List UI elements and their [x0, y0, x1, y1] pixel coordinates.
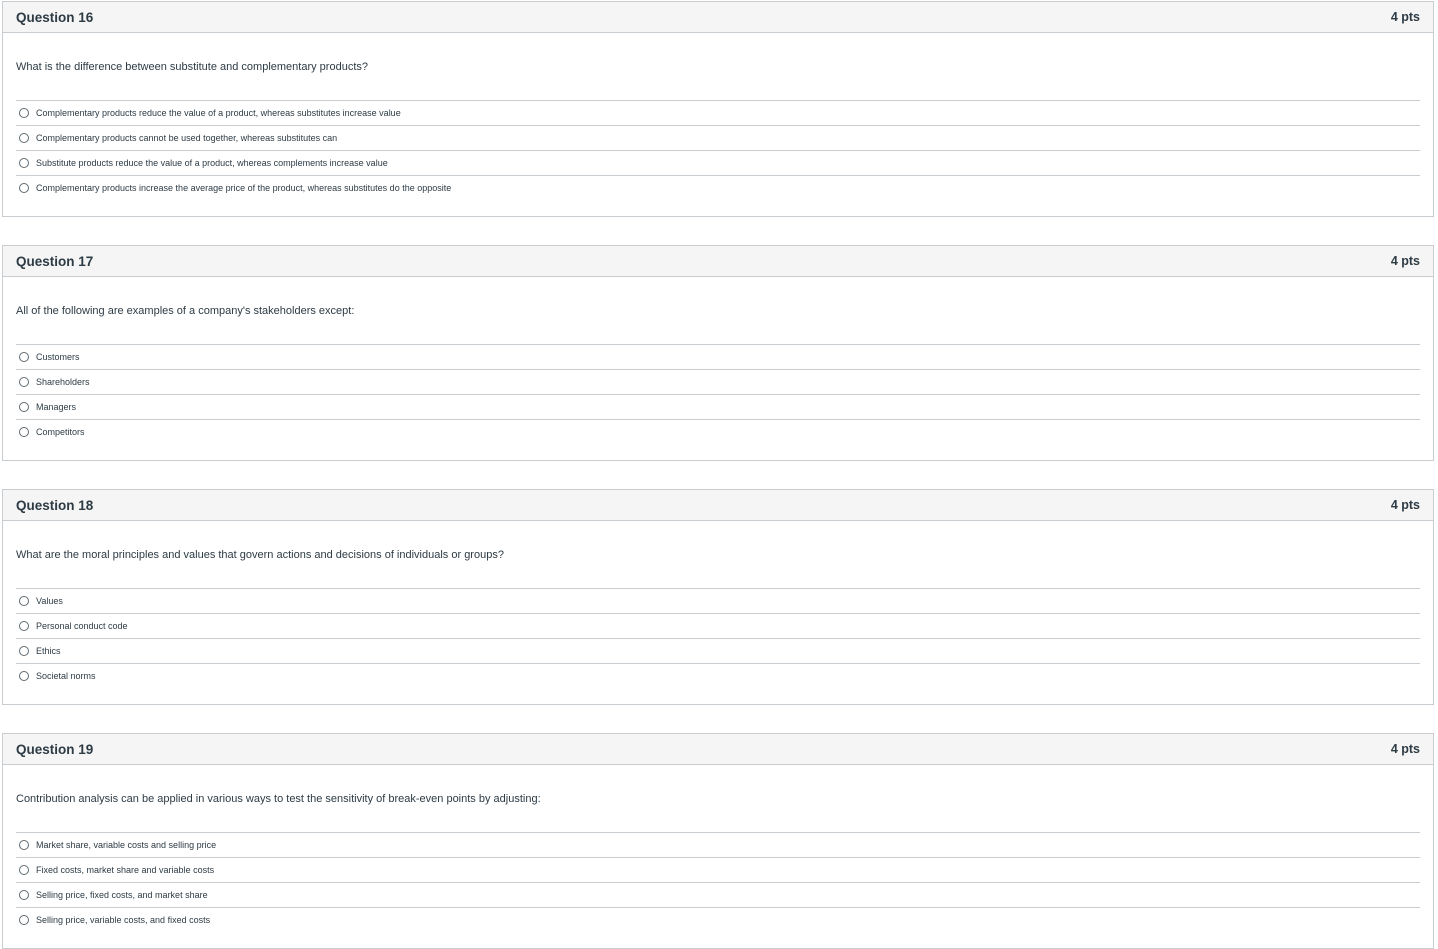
question-17: Question 17 4 pts All of the following a… [2, 245, 1434, 461]
radio-unselected-icon[interactable] [19, 596, 29, 606]
answer-label[interactable]: Competitors [36, 427, 85, 437]
question-header: Question 17 4 pts [3, 246, 1433, 277]
answer-label[interactable]: Selling price, fixed costs, and market s… [36, 890, 208, 900]
radio-unselected-icon[interactable] [19, 865, 29, 875]
answer-option[interactable]: Complementary products reduce the value … [16, 100, 1420, 125]
answer-option[interactable]: Shareholders [16, 369, 1420, 394]
radio-unselected-icon[interactable] [19, 840, 29, 850]
answer-option[interactable]: Values [16, 588, 1420, 613]
answer-label[interactable]: Selling price, variable costs, and fixed… [36, 915, 210, 925]
answer-option[interactable]: Ethics [16, 638, 1420, 663]
question-points: 4 pts [1390, 742, 1420, 756]
answer-option[interactable]: Complementary products increase the aver… [16, 175, 1420, 200]
question-body: All of the following are examples of a c… [3, 277, 1433, 444]
answer-label[interactable]: Complementary products cannot be used to… [36, 133, 337, 143]
answer-list: Values Personal conduct code Ethics Soci… [16, 588, 1420, 688]
answer-label[interactable]: Managers [36, 402, 76, 412]
question-18: Question 18 4 pts What are the moral pri… [2, 489, 1434, 705]
question-text: What is the difference between substitut… [16, 61, 368, 73]
question-header: Question 18 4 pts [3, 490, 1433, 521]
question-16: Question 16 4 pts What is the difference… [2, 1, 1434, 217]
answer-option[interactable]: Complementary products cannot be used to… [16, 125, 1420, 150]
answer-list: Customers Shareholders Managers Competit… [16, 344, 1420, 444]
question-body: What is the difference between substitut… [3, 33, 1433, 200]
answer-label[interactable]: Substitute products reduce the value of … [36, 158, 388, 168]
answer-list: Market share, variable costs and selling… [16, 832, 1420, 932]
question-title: Question 16 [16, 9, 94, 25]
answer-option[interactable]: Substitute products reduce the value of … [16, 150, 1420, 175]
radio-unselected-icon[interactable] [19, 108, 29, 118]
question-title: Question 17 [16, 253, 94, 269]
radio-unselected-icon[interactable] [19, 890, 29, 900]
question-body: What are the moral principles and values… [3, 521, 1433, 688]
question-text: Contribution analysis can be applied in … [16, 793, 541, 805]
question-title: Question 19 [16, 741, 94, 757]
radio-unselected-icon[interactable] [19, 402, 29, 412]
answer-option[interactable]: Managers [16, 394, 1420, 419]
question-header: Question 19 4 pts [3, 734, 1433, 765]
answer-label[interactable]: Customers [36, 352, 80, 362]
answer-option[interactable]: Selling price, variable costs, and fixed… [16, 907, 1420, 932]
answer-list: Complementary products reduce the value … [16, 100, 1420, 200]
radio-unselected-icon[interactable] [19, 427, 29, 437]
question-19: Question 19 4 pts Contribution analysis … [2, 733, 1434, 949]
radio-unselected-icon[interactable] [19, 646, 29, 656]
question-points: 4 pts [1390, 254, 1420, 268]
answer-option[interactable]: Customers [16, 344, 1420, 369]
question-body: Contribution analysis can be applied in … [3, 765, 1433, 932]
question-header: Question 16 4 pts [3, 2, 1433, 33]
radio-unselected-icon[interactable] [19, 915, 29, 925]
answer-label[interactable]: Shareholders [36, 377, 90, 387]
answer-option[interactable]: Fixed costs, market share and variable c… [16, 857, 1420, 882]
answer-option[interactable]: Societal norms [16, 663, 1420, 688]
answer-label[interactable]: Societal norms [36, 671, 96, 681]
radio-unselected-icon[interactable] [19, 183, 29, 193]
radio-unselected-icon[interactable] [19, 352, 29, 362]
answer-label[interactable]: Fixed costs, market share and variable c… [36, 865, 214, 875]
question-title: Question 18 [16, 497, 94, 513]
answer-label[interactable]: Complementary products increase the aver… [36, 183, 451, 193]
radio-unselected-icon[interactable] [19, 621, 29, 631]
answer-option[interactable]: Personal conduct code [16, 613, 1420, 638]
answer-option[interactable]: Selling price, fixed costs, and market s… [16, 882, 1420, 907]
answer-option[interactable]: Competitors [16, 419, 1420, 444]
answer-label[interactable]: Ethics [36, 646, 61, 656]
answer-label[interactable]: Market share, variable costs and selling… [36, 840, 216, 850]
question-text: What are the moral principles and values… [16, 549, 504, 561]
radio-unselected-icon[interactable] [19, 133, 29, 143]
question-points: 4 pts [1390, 498, 1420, 512]
question-text: All of the following are examples of a c… [16, 305, 355, 317]
answer-option[interactable]: Market share, variable costs and selling… [16, 832, 1420, 857]
answer-label[interactable]: Complementary products reduce the value … [36, 108, 401, 118]
radio-unselected-icon[interactable] [19, 377, 29, 387]
radio-unselected-icon[interactable] [19, 158, 29, 168]
question-points: 4 pts [1390, 10, 1420, 24]
answer-label[interactable]: Values [36, 596, 63, 606]
radio-unselected-icon[interactable] [19, 671, 29, 681]
answer-label[interactable]: Personal conduct code [36, 621, 128, 631]
